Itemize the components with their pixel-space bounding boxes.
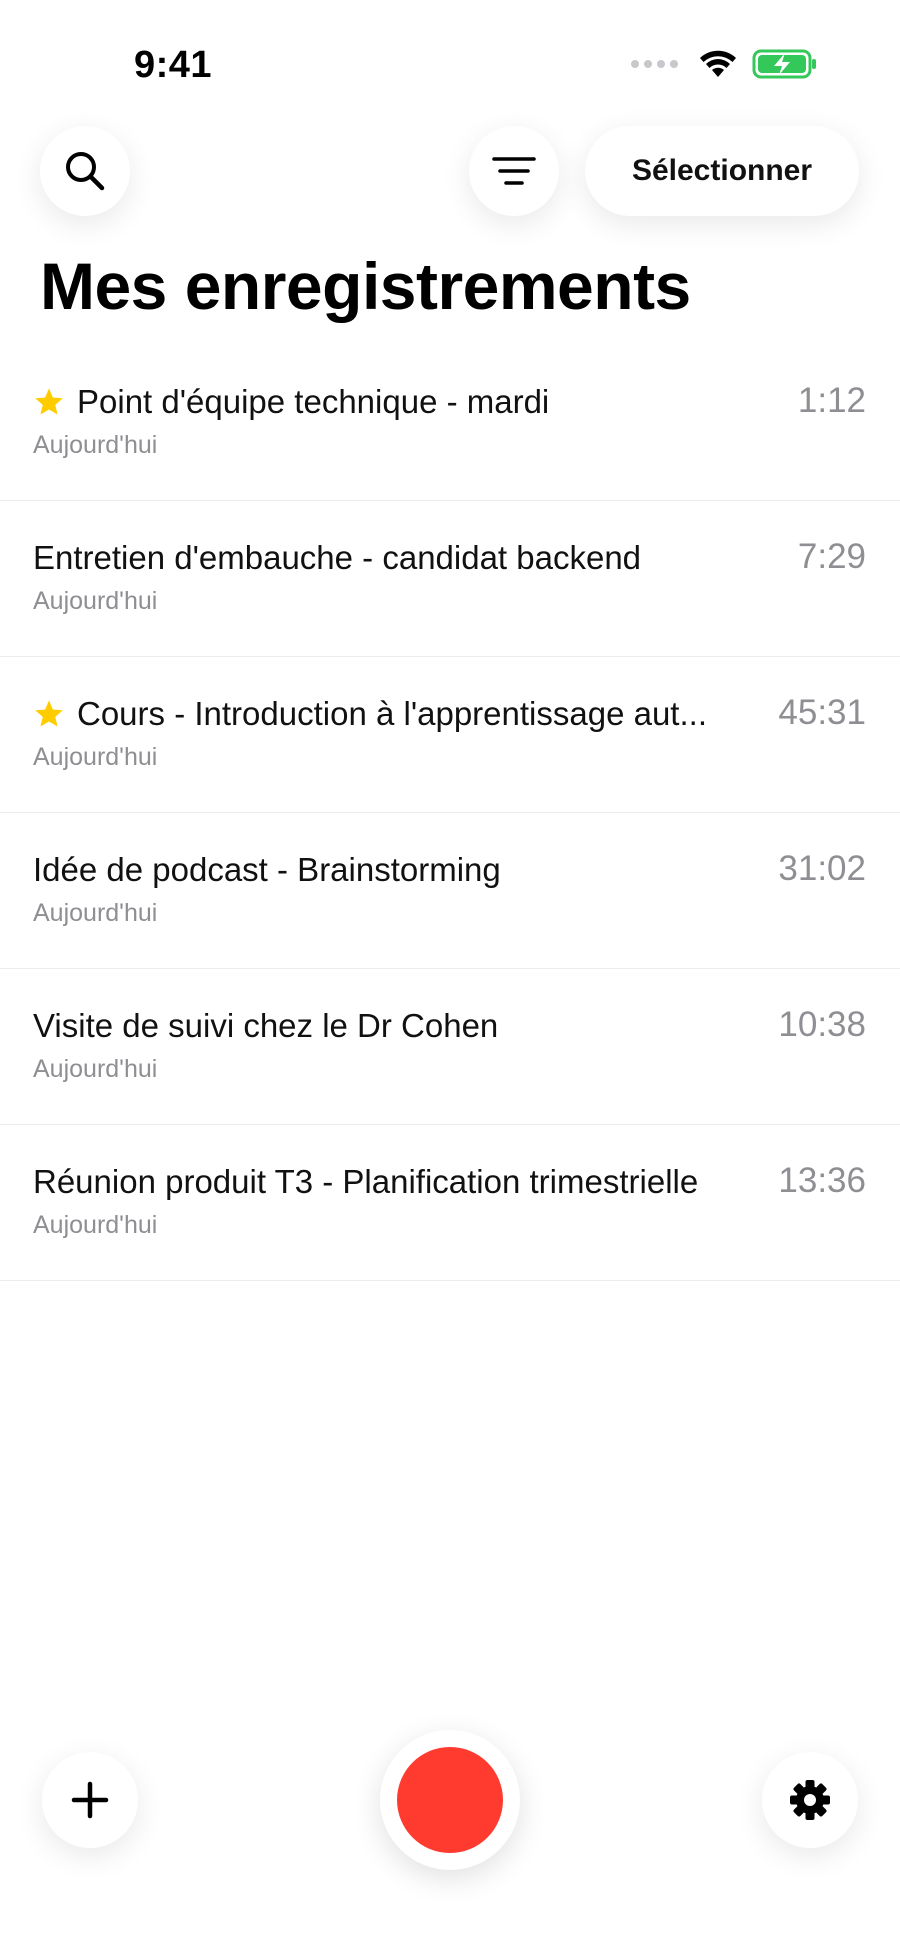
battery-charging-icon (752, 49, 816, 79)
recording-row[interactable]: Idée de podcast - Brainstorming Aujourd'h… (0, 813, 900, 969)
select-button[interactable]: Sélectionner (585, 126, 859, 216)
recording-date: Aujourd'hui (33, 899, 158, 927)
status-time: 9:41 (134, 44, 213, 86)
recording-title-line: Idée de podcast - Brainstorming (33, 851, 750, 889)
recording-title: Cours - Introduction à l'apprentissage a… (77, 695, 707, 732)
recording-title: Réunion produit T3 - Planification trime… (33, 1163, 699, 1200)
settings-button[interactable] (762, 1752, 858, 1848)
record-icon (397, 1747, 503, 1853)
recording-duration: 1:12 (797, 381, 866, 420)
recording-duration: 7:29 (797, 537, 866, 576)
recording-title: Idée de podcast - Brainstorming (33, 851, 501, 888)
recording-title-line: Point d'équipe technique - mardi (33, 383, 750, 421)
recording-date: Aujourd'hui (33, 743, 158, 771)
recording-title-line: Entretien d'embauche - candidat backend (33, 539, 750, 577)
recording-row[interactable]: Visite de suivi chez le Dr Cohen Aujourd'… (0, 969, 900, 1125)
wifi-icon (700, 50, 736, 77)
recording-date: Aujourd'hui (33, 587, 158, 615)
recording-duration: 45:31 (778, 693, 866, 732)
recordings-list: Point d'équipe technique - mardi Aujourd'… (0, 345, 900, 1281)
recording-date: Aujourd'hui (33, 1211, 158, 1239)
recording-title-line: Visite de suivi chez le Dr Cohen (33, 1007, 750, 1045)
filter-icon (492, 157, 536, 185)
signal-dots-icon (631, 60, 678, 68)
search-button[interactable] (40, 126, 130, 216)
recording-duration: 31:02 (778, 849, 866, 888)
recording-title-line: Cours - Introduction à l'apprentissage a… (33, 695, 750, 733)
page-title: Mes enregistrements (40, 249, 691, 323)
plus-icon (71, 1781, 109, 1819)
star-icon (35, 700, 63, 727)
recording-date: Aujourd'hui (33, 431, 158, 459)
recording-duration: 13:36 (778, 1161, 866, 1200)
recording-title: Point d'équipe technique - mardi (77, 383, 550, 420)
recording-row[interactable]: Point d'équipe technique - mardi Aujourd'… (0, 345, 900, 501)
search-icon (66, 152, 105, 191)
add-button[interactable] (42, 1752, 138, 1848)
recording-title-line: Réunion produit T3 - Planification trime… (33, 1163, 750, 1201)
status-icons (631, 48, 818, 80)
recording-row[interactable]: Réunion produit T3 - Planification trime… (0, 1125, 900, 1281)
status-bar: 9:41 (0, 0, 900, 120)
recording-duration: 10:38 (778, 1005, 866, 1044)
filter-button[interactable] (469, 126, 559, 216)
recording-row[interactable]: Entretien d'embauche - candidat backend A… (0, 501, 900, 657)
record-button[interactable] (380, 1730, 520, 1870)
recording-title: Entretien d'embauche - candidat backend (33, 539, 642, 576)
recording-title: Visite de suivi chez le Dr Cohen (33, 1007, 499, 1044)
star-icon (35, 388, 63, 415)
recording-date: Aujourd'hui (33, 1055, 158, 1083)
gear-icon (790, 1780, 830, 1820)
recording-row[interactable]: Cours - Introduction à l'apprentissage a… (0, 657, 900, 813)
